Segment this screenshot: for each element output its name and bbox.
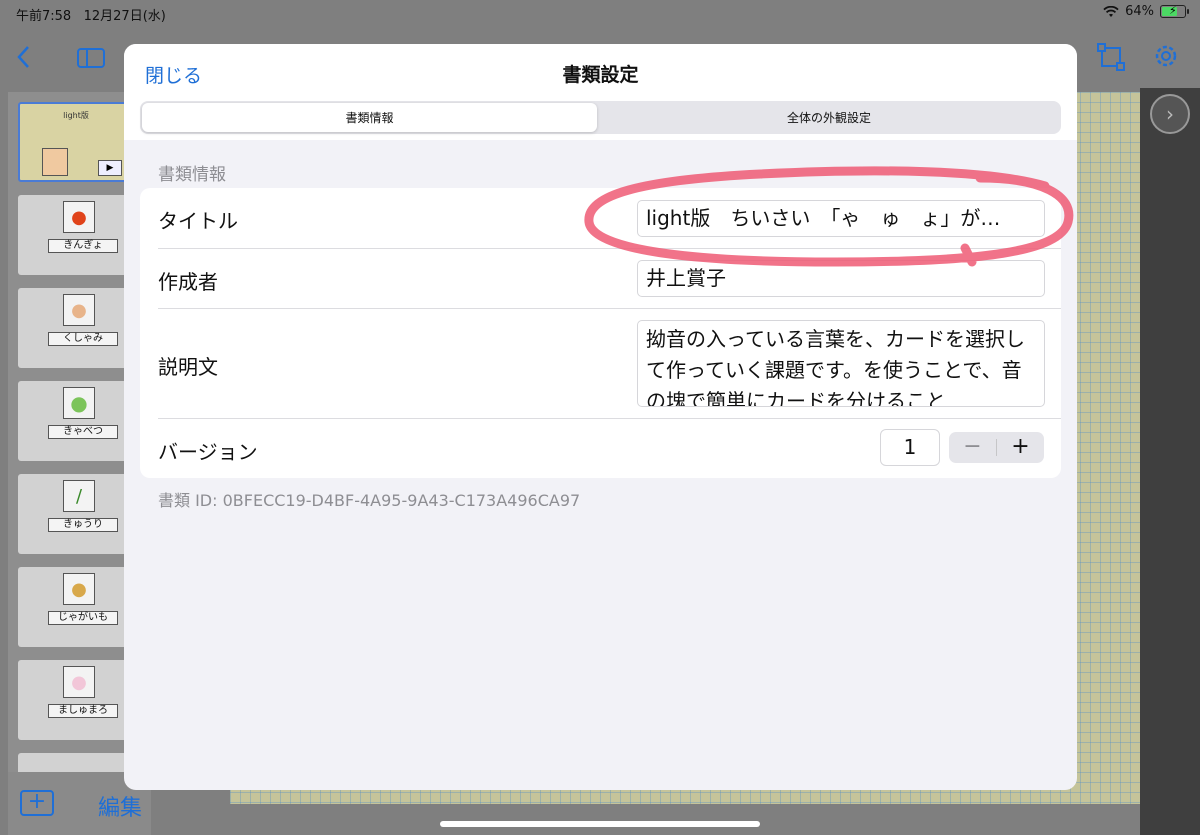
title-field[interactable]: light版 ちいさい 「ゃ ゅ ょ」が…	[637, 200, 1045, 237]
version-field[interactable]: 1	[880, 429, 940, 466]
segmented-control: 書類情報 全体の外観設定	[140, 101, 1061, 134]
page-sidebar: light版 ▶ ● きんぎょ ● くしゃみ ● きゃべつ / きゅうり ● じ…	[8, 92, 124, 772]
play-icon: ▶	[98, 160, 122, 176]
version-label: バージョン	[158, 440, 258, 464]
cabbage-icon: ●	[63, 387, 95, 419]
marshmallow-icon: ●	[63, 666, 95, 698]
page-thumbnail-7[interactable]: ● ましゅまろ	[18, 660, 124, 740]
thumbnail-label: くしゃみ	[48, 332, 118, 346]
page-thumbnail-8[interactable]	[18, 753, 124, 772]
document-settings-modal: 閉じる 書類設定 書類情報 全体の外観設定 書類情報 タイトル light版 ち…	[124, 44, 1077, 790]
edit-button[interactable]: 編集	[98, 790, 142, 822]
document-info-card: タイトル light版 ちいさい 「ゃ ゅ ょ」が… 作成者 井上賞子 説明文 …	[140, 188, 1061, 478]
home-indicator	[440, 821, 760, 827]
wifi-icon	[1103, 5, 1119, 17]
thumbnail-title: light版	[63, 111, 89, 120]
potato-icon: ●	[63, 573, 95, 605]
chevron-left-icon	[17, 46, 29, 68]
crop-icon	[1097, 43, 1125, 71]
increment-button[interactable]: +	[997, 432, 1044, 463]
row-divider	[158, 418, 1061, 419]
sidebar-toggle-button[interactable]	[76, 46, 106, 74]
document-id: 書類 ID: 0BFECC19-D4BF-4A95-9A43-C173A496C…	[158, 491, 581, 510]
crop-button[interactable]	[1096, 42, 1126, 76]
version-stepper: − +	[949, 432, 1044, 463]
battery-percent: 64%	[1125, 4, 1154, 19]
modal-title: 書類設定	[562, 64, 639, 86]
author-label: 作成者	[158, 270, 218, 294]
row-divider	[158, 308, 1061, 309]
thumbnail-label: じゃがいも	[48, 611, 118, 625]
back-button[interactable]	[14, 44, 34, 74]
add-page-button[interactable]: +	[20, 790, 54, 816]
page-thumbnail-2[interactable]: ● きんぎょ	[18, 195, 124, 275]
tab-document-info[interactable]: 書類情報	[142, 103, 597, 132]
charging-bolt-icon: ⚡	[1169, 4, 1177, 17]
page-thumbnail-5[interactable]: / きゅうり	[18, 474, 124, 554]
sneeze-face-icon: ●	[63, 294, 95, 326]
cucumber-icon: /	[63, 480, 95, 512]
thumbnail-label: きゅうり	[48, 518, 118, 532]
description-textarea[interactable]: 拗音の入っている言葉を、カードを選択して作っていく課題です。を使うことで、音の塊…	[637, 320, 1045, 407]
page-thumbnail-1[interactable]: light版 ▶	[18, 102, 124, 182]
settings-button[interactable]	[1152, 42, 1180, 74]
section-header: 書類情報	[158, 165, 226, 185]
thumbnail-label: きんぎょ	[48, 239, 118, 253]
row-divider	[158, 248, 1061, 249]
sidebar-icon	[77, 48, 105, 68]
battery-icon: ⚡	[1160, 4, 1189, 18]
goldfish-icon: ●	[63, 201, 95, 233]
thumbnail-label: ましゅまろ	[48, 704, 118, 718]
author-field[interactable]: 井上賞子	[637, 260, 1045, 297]
modal-header: 閉じる 書類設定 書類情報 全体の外観設定	[124, 44, 1077, 140]
title-label: タイトル	[158, 209, 238, 233]
child-illustration-icon	[42, 148, 68, 176]
decrement-button[interactable]: −	[949, 432, 996, 463]
thumbnail-label: きゃべつ	[48, 425, 118, 439]
description-label: 説明文	[158, 355, 218, 379]
chevron-right-icon: ›	[1166, 102, 1174, 126]
page-thumbnail-3[interactable]: ● くしゃみ	[18, 288, 124, 368]
page-thumbnail-4[interactable]: ● きゃべつ	[18, 381, 124, 461]
tab-appearance[interactable]: 全体の外観設定	[599, 103, 1059, 132]
right-panel: ›	[1140, 88, 1200, 835]
status-bar: 午前7:58 12月27日(水) 64% ⚡	[0, 0, 1200, 26]
gear-icon	[1155, 45, 1177, 67]
next-page-button[interactable]: ›	[1150, 94, 1190, 134]
status-date: 12月27日(水)	[83, 9, 166, 24]
status-time: 午前7:58	[16, 9, 72, 24]
page-thumbnail-6[interactable]: ● じゃがいも	[18, 567, 124, 647]
